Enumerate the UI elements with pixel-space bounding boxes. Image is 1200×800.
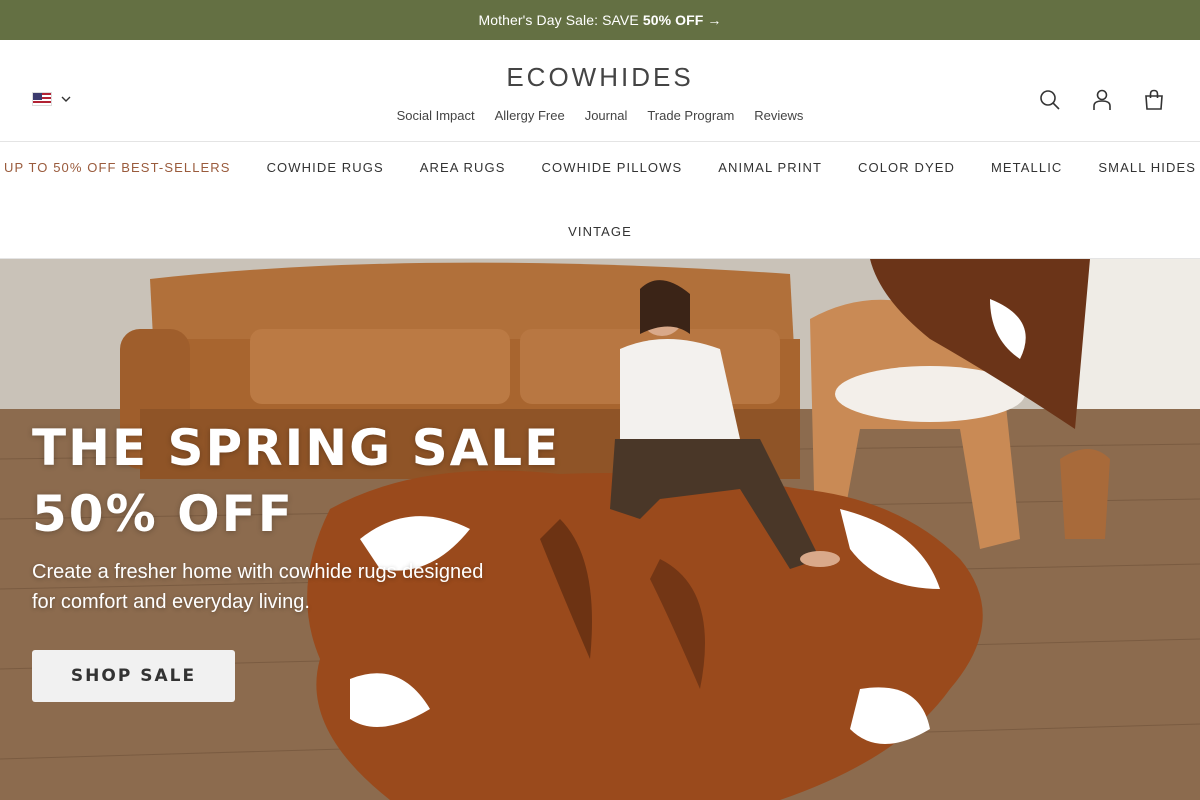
nav-item-best-sellers-sale[interactable]: UP TO 50% OFF BEST-SELLERS <box>4 160 231 175</box>
nav-item-animal-print[interactable]: ANIMAL PRINT <box>718 160 822 175</box>
link-social-impact[interactable]: Social Impact <box>397 108 475 123</box>
nav-item-color-dyed[interactable]: COLOR DYED <box>858 160 955 175</box>
link-reviews[interactable]: Reviews <box>754 108 803 123</box>
link-allergy-free[interactable]: Allergy Free <box>495 108 565 123</box>
announcement-link[interactable]: Mother's Day Sale: SAVE 50% OFF → <box>478 12 721 28</box>
nav-item-vintage[interactable]: VINTAGE <box>568 224 632 239</box>
announcement-text: Mother's Day Sale: SAVE <box>478 12 639 28</box>
link-journal[interactable]: Journal <box>585 108 628 123</box>
locale-selector[interactable] <box>32 92 72 106</box>
nav-item-cowhide-pillows[interactable]: COWHIDE PILLOWS <box>542 160 683 175</box>
link-trade-program[interactable]: Trade Program <box>647 108 734 123</box>
hero-title-line2: 50% OFF <box>32 485 294 543</box>
account-icon[interactable] <box>1090 88 1114 112</box>
header-icons <box>1038 88 1166 112</box>
nav-item-metallic[interactable]: METALLIC <box>991 160 1062 175</box>
shop-sale-button[interactable]: SHOP SALE <box>32 650 235 702</box>
utility-links: Social Impact Allergy Free Journal Trade… <box>0 108 1200 123</box>
announcement-highlight: 50% OFF <box>642 12 704 28</box>
arrow-right-icon: → <box>707 12 722 28</box>
chevron-down-icon <box>61 96 71 102</box>
nav-item-area-rugs[interactable]: AREA RUGS <box>420 160 506 175</box>
nav-item-cowhide-rugs[interactable]: COWHIDE RUGS <box>267 160 384 175</box>
announcement-bar: Mother's Day Sale: SAVE 50% OFF → <box>0 0 1200 40</box>
hero-banner: THE SPRING SALE 50% OFF Create a fresher… <box>0 259 1200 800</box>
us-flag-icon <box>32 92 52 106</box>
main-nav: UP TO 50% OFF BEST-SELLERS COWHIDE RUGS … <box>0 142 1200 259</box>
nav-item-small-hides[interactable]: SMALL HIDES <box>1098 160 1196 175</box>
hero-text: THE SPRING SALE 50% OFF Create a fresher… <box>32 415 560 617</box>
cart-icon[interactable] <box>1142 88 1166 112</box>
hero-subtitle: Create a fresher home with cowhide rugs … <box>32 561 484 613</box>
hero-title-line1: THE SPRING SALE <box>32 419 561 477</box>
site-logo[interactable]: ECOWHIDES <box>0 62 1200 93</box>
site-header: ECOWHIDES Social Impact Allergy Free Jou… <box>0 40 1200 142</box>
search-icon[interactable] <box>1038 88 1062 112</box>
